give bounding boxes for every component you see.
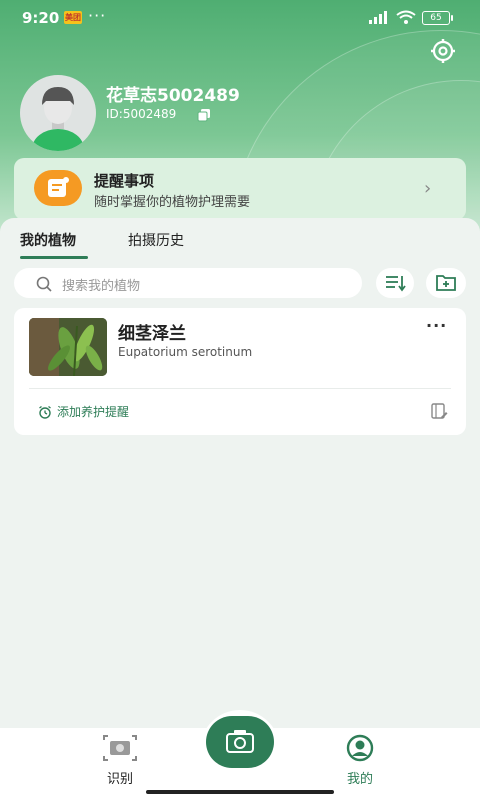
search-icon [36,276,52,292]
card-divider [29,388,451,389]
plant-card[interactable]: 细茎泽兰 Eupatorium serotinum ··· 添加养护提醒 [14,308,466,435]
plants-panel: 我的植物 拍摄历史 搜索我的植物 细茎泽兰 Eupatorium serotin… [0,218,480,728]
plant-name: 细茎泽兰 [118,324,186,344]
nav-identify[interactable]: 识别 [90,734,150,787]
folder-add-icon [436,275,456,291]
sort-icon [386,276,406,292]
settings-gear-icon[interactable] [430,38,456,64]
camera-icon [226,730,254,753]
nav-mine[interactable]: 我的 [330,734,390,787]
bottom-navigation: 识别 我的 [0,710,480,800]
nav-mine-label: 我的 [346,772,373,787]
search-input[interactable]: 搜索我的植物 [14,268,362,298]
profile-icon [346,734,374,762]
plant-thumbnail[interactable] [29,318,107,376]
plant-latin-name: Eupatorium serotinum [118,345,253,359]
signal-icon [369,11,387,24]
identify-scan-icon [103,735,137,761]
reminder-card[interactable]: 提醒事项 随时掌握你的植物护理需要 › [14,158,466,220]
battery-icon: 65 [422,11,453,25]
reminder-title: 提醒事项 [94,172,155,190]
add-care-reminder-button[interactable]: 添加养护提醒 [57,403,129,420]
add-folder-button[interactable] [426,268,466,298]
reminder-subtitle: 随时掌握你的植物护理需要 [94,195,251,210]
home-indicator [146,790,334,794]
sort-button[interactable] [376,268,414,298]
avatar-person-icon [32,87,84,151]
more-options-icon[interactable]: ··· [426,316,447,335]
active-tab-indicator [20,256,88,259]
tab-my-plants[interactable]: 我的植物 [20,230,76,250]
reminder-icon [34,170,82,206]
note-edit-icon[interactable] [430,402,448,420]
camera-button[interactable] [206,716,274,768]
more-notifications-icon: ··· [88,6,107,25]
search-placeholder: 搜索我的植物 [62,279,141,294]
alarm-clock-icon [39,405,51,419]
user-avatar[interactable] [20,75,96,151]
chevron-right-icon: › [424,178,432,199]
username: 花草志5002489 [106,86,240,106]
user-id: ID:5002489 [106,107,177,121]
nav-identify-label: 识别 [106,772,133,787]
wifi-icon [396,10,416,24]
meituan-notification-icon: 美团 [64,11,82,24]
tab-photo-history[interactable]: 拍摄历史 [128,230,184,250]
status-bar: 9:20 美团 ··· 65 [0,0,480,36]
copy-icon[interactable] [197,108,211,122]
status-time: 9:20 [22,9,60,27]
